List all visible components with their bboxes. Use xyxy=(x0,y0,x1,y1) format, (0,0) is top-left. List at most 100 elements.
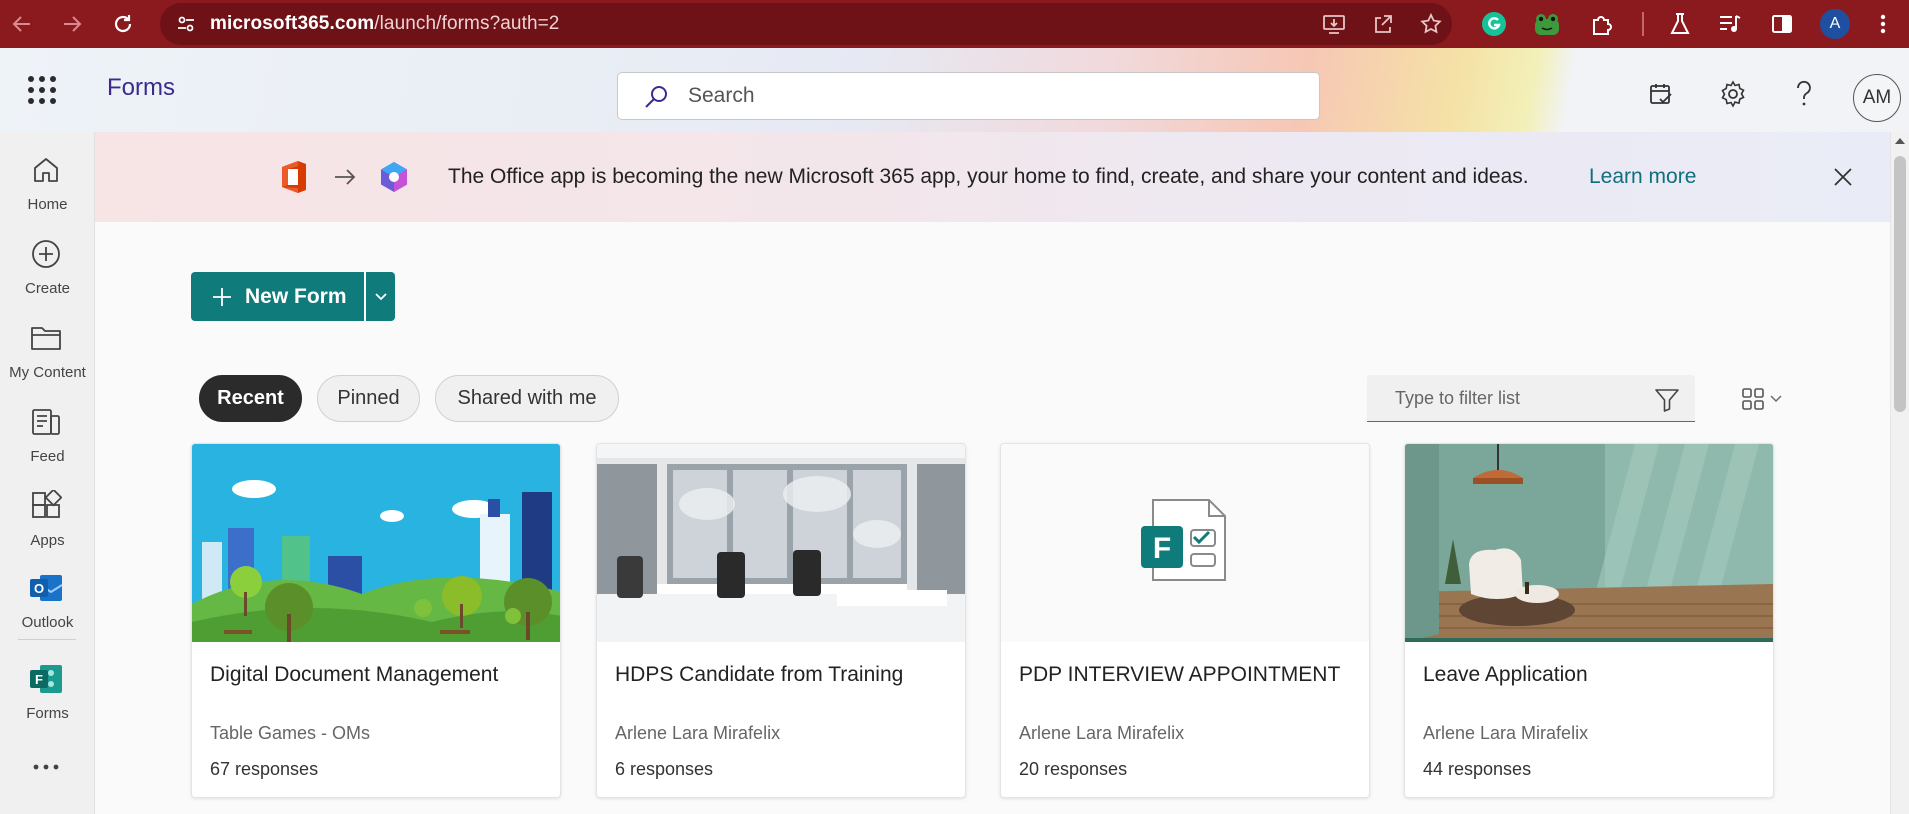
office-room-photo xyxy=(597,444,965,642)
office-logo-icon xyxy=(273,156,315,198)
address-bar[interactable]: microsoft365.com/launch/forms?auth=2 xyxy=(160,3,1452,45)
rail-item-create[interactable]: Create xyxy=(0,226,95,306)
rail-divider xyxy=(18,639,76,640)
filter-box[interactable] xyxy=(1367,375,1695,422)
form-card[interactable]: F PDP INTERVIEW APPOINTMENT Arlene Lara … xyxy=(1000,443,1370,798)
scrollbar-thumb[interactable] xyxy=(1894,156,1906,412)
rail-label-create: Create xyxy=(24,280,71,297)
settings-icon[interactable] xyxy=(1716,77,1750,111)
city-park-illustration xyxy=(192,444,560,642)
create-icon xyxy=(28,236,64,272)
extensions-icon[interactable] xyxy=(1587,9,1617,39)
bookmark-star-icon[interactable] xyxy=(1417,11,1445,37)
rail-label-apps: Apps xyxy=(30,532,65,549)
folder-icon xyxy=(28,320,64,356)
tab-pinned[interactable]: Pinned xyxy=(317,375,420,422)
site-info-icon[interactable] xyxy=(172,11,200,37)
tab-recent[interactable]: Recent xyxy=(199,375,302,422)
chevron-down-icon xyxy=(1770,395,1782,402)
app-name[interactable]: Forms xyxy=(107,74,175,102)
arrow-right-icon xyxy=(324,156,366,198)
new-form-label: New Form xyxy=(245,284,347,308)
feed-icon xyxy=(28,404,64,440)
rail-item-feed[interactable]: Feed xyxy=(0,394,95,474)
app-header: Forms AM xyxy=(0,48,1909,132)
rail-item-my-content[interactable]: My Content xyxy=(0,310,95,390)
menu-icon[interactable] xyxy=(1868,9,1898,39)
card-responses: 20 responses xyxy=(1019,759,1128,779)
card-title[interactable]: Leave Application xyxy=(1423,663,1588,687)
form-card[interactable]: Leave Application Arlene Lara Mirafelix … xyxy=(1404,443,1774,798)
frog-extension-icon[interactable] xyxy=(1532,9,1562,39)
user-avatar[interactable]: AM xyxy=(1853,74,1901,122)
card-responses: 67 responses xyxy=(210,759,319,779)
svg-text:O: O xyxy=(34,581,44,596)
url-text[interactable]: microsoft365.com/launch/forms?auth=2 xyxy=(210,3,559,45)
living-room-photo xyxy=(1405,444,1773,642)
filter-input[interactable] xyxy=(1395,375,1645,421)
rail-label-home: Home xyxy=(27,196,68,213)
rail-label-my-content: My Content xyxy=(9,364,86,381)
install-app-icon[interactable] xyxy=(1320,11,1348,37)
tab-shared-with-me[interactable]: Shared with me xyxy=(435,375,619,422)
vertical-scrollbar[interactable] xyxy=(1890,132,1909,814)
rail-item-forms[interactable]: F Forms xyxy=(0,651,95,731)
todo-icon[interactable] xyxy=(1644,77,1678,111)
form-card[interactable]: Digital Document Management Table Games … xyxy=(191,443,561,798)
search-input[interactable] xyxy=(688,73,1288,119)
browser-toolbar: microsoft365.com/launch/forms?auth=2 A xyxy=(0,0,1909,48)
card-owner: Arlene Lara Mirafelix xyxy=(1019,723,1185,743)
new-form-button[interactable]: New Form xyxy=(191,272,364,321)
apps-icon xyxy=(28,488,64,524)
browser-profile-avatar[interactable]: A xyxy=(1820,9,1850,39)
rail-label-forms: Forms xyxy=(26,705,69,722)
close-icon[interactable] xyxy=(1828,162,1858,192)
labs-icon[interactable] xyxy=(1665,9,1695,39)
microsoft365-logo-icon xyxy=(373,156,415,198)
rail-item-outlook[interactable]: O Outlook xyxy=(0,560,95,640)
toolbar-divider xyxy=(1642,12,1644,36)
card-title[interactable]: Digital Document Management xyxy=(210,663,498,687)
card-title[interactable]: PDP INTERVIEW APPOINTMENT xyxy=(1019,663,1340,687)
banner-text: The Office app is becoming the new Micro… xyxy=(448,165,1529,188)
outlook-icon: O xyxy=(28,570,64,606)
forms-logo: F xyxy=(1001,444,1369,642)
rail-item-home[interactable]: Home xyxy=(0,142,95,222)
plus-icon xyxy=(213,287,231,306)
new-form-dropdown-button[interactable] xyxy=(366,272,395,321)
card-owner: Table Games - OMs xyxy=(210,723,371,743)
view-toggle[interactable] xyxy=(1741,386,1785,412)
forms-icon: F xyxy=(28,661,64,697)
share-icon[interactable] xyxy=(1369,11,1397,37)
left-rail: Home Create My Content Feed Apps O Outlo… xyxy=(0,132,95,814)
search-box[interactable] xyxy=(617,72,1320,120)
rail-item-apps[interactable]: Apps xyxy=(0,478,95,558)
media-icon[interactable] xyxy=(1715,9,1745,39)
more-icon[interactable] xyxy=(28,752,64,782)
grid-view-icon xyxy=(1742,388,1764,410)
side-panel-icon[interactable] xyxy=(1767,9,1797,39)
chevron-down-icon xyxy=(374,292,387,300)
announcement-banner: The Office app is becoming the new Micro… xyxy=(95,132,1890,222)
learn-more-link[interactable]: Learn more xyxy=(1589,132,1696,222)
forward-icon[interactable] xyxy=(56,8,88,40)
grammarly-icon[interactable] xyxy=(1479,9,1509,39)
form-card[interactable]: HDPS Candidate from Training Arlene Lara… xyxy=(596,443,966,798)
back-icon[interactable] xyxy=(6,8,38,40)
card-responses: 44 responses xyxy=(1423,759,1532,779)
home-icon xyxy=(28,152,64,188)
card-responses: 6 responses xyxy=(615,759,714,779)
card-owner: Arlene Lara Mirafelix xyxy=(1423,723,1589,743)
url-path: /launch/forms?auth=2 xyxy=(374,13,560,34)
rail-label-feed: Feed xyxy=(30,448,65,465)
waffle-icon[interactable] xyxy=(28,76,56,104)
svg-text:F: F xyxy=(35,672,43,687)
search-icon xyxy=(645,86,667,108)
card-owner: Arlene Lara Mirafelix xyxy=(615,723,781,743)
scroll-up-icon[interactable] xyxy=(1895,138,1905,144)
rail-label-outlook: Outlook xyxy=(21,614,74,631)
card-title[interactable]: HDPS Candidate from Training xyxy=(615,663,903,687)
filter-icon[interactable] xyxy=(1654,387,1680,413)
help-icon[interactable] xyxy=(1787,77,1821,111)
reload-icon[interactable] xyxy=(107,8,139,40)
